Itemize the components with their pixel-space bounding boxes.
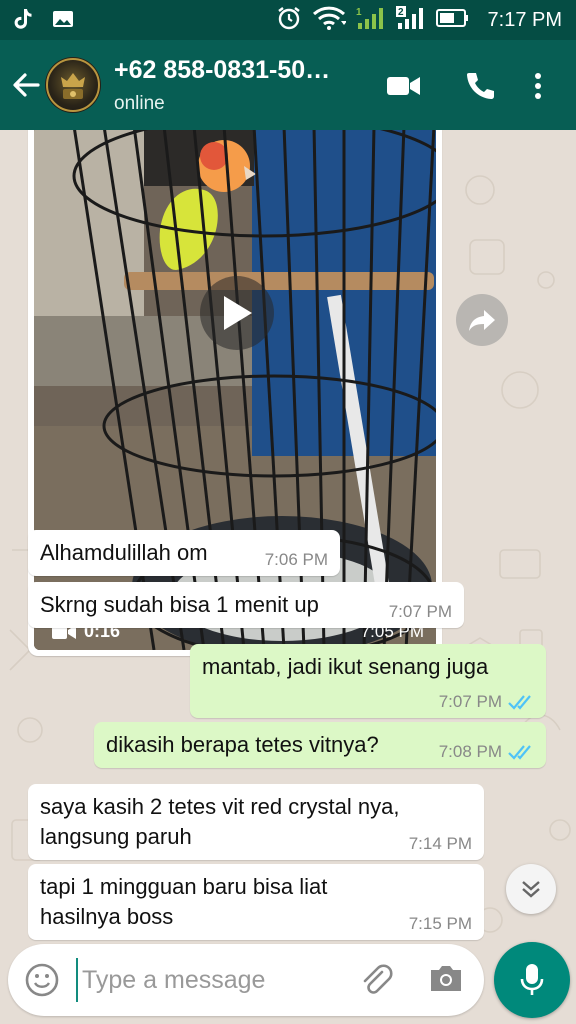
play-button[interactable]: [200, 276, 274, 350]
read-receipt-icon: [508, 745, 531, 760]
forward-icon[interactable]: [456, 294, 508, 346]
message-time: 7:06 PM: [264, 550, 328, 569]
message-bubble-incoming[interactable]: tapi 1 mingguan baru bisa liat hasilnya …: [28, 864, 484, 940]
status-time: 7:17 PM: [487, 8, 562, 31]
video-message[interactable]: 0:16 7:05 PM: [28, 130, 442, 656]
microphone-icon: [520, 964, 544, 995]
attachment-icon[interactable]: [358, 962, 394, 998]
contact-status: online: [114, 93, 165, 114]
signal-2-icon: 2: [395, 5, 426, 36]
voice-call-icon[interactable]: [460, 66, 500, 106]
emoji-icon[interactable]: [24, 962, 60, 998]
gallery-icon: [52, 9, 74, 34]
chat-area[interactable]: 0:16 7:05 PM Alhamdulillah om 7:06 PM Sk…: [0, 130, 576, 946]
read-receipt-icon: [508, 695, 531, 710]
message-input[interactable]: [76, 958, 356, 1002]
message-bubble-outgoing[interactable]: dikasih berapa tetes vitnya? 7:08 PM: [94, 722, 546, 768]
message-bubble-outgoing[interactable]: mantab, jadi ikut senang juga 7:07 PM: [190, 644, 546, 718]
message-bubble-incoming[interactable]: Skrng sudah bisa 1 menit up 7:07 PM: [28, 582, 464, 628]
alarm-icon: [276, 5, 302, 36]
message-time: 7:07 PM: [439, 692, 534, 712]
message-composer: [8, 944, 484, 1016]
message-text: tapi 1 mingguan baru bisa liat hasilnya …: [40, 874, 328, 929]
message-time: 7:08 PM: [439, 742, 534, 762]
svg-text:1: 1: [356, 7, 362, 18]
tiktok-icon: [14, 8, 32, 35]
camera-icon[interactable]: [428, 962, 464, 998]
battery-icon: [435, 8, 470, 33]
message-time: 7:07 PM: [388, 602, 452, 621]
avatar[interactable]: [45, 57, 101, 113]
wifi-icon: [312, 5, 347, 36]
chat-header: +62 858-0831-50… online: [0, 40, 576, 130]
signal-1-icon: 1: [356, 5, 386, 36]
message-text: mantab, jadi ikut senang juga: [202, 654, 489, 679]
scroll-to-bottom-button[interactable]: [506, 864, 556, 914]
microphone-button[interactable]: [494, 942, 570, 1018]
contact-name[interactable]: +62 858-0831-50…: [114, 56, 364, 85]
message-bubble-incoming[interactable]: saya kasih 2 tetes vit red crystal nya, …: [28, 784, 484, 860]
svg-text:2: 2: [398, 7, 404, 18]
message-time: 7:15 PM: [408, 914, 472, 933]
chevron-double-down-icon: [522, 881, 540, 898]
video-call-icon[interactable]: [384, 66, 424, 106]
message-time: 7:14 PM: [408, 834, 472, 853]
status-bar: 1 2 7:17 PM: [0, 0, 576, 40]
message-bubble-incoming[interactable]: Alhamdulillah om 7:06 PM: [28, 530, 340, 576]
back-arrow-icon[interactable]: [10, 68, 42, 102]
more-vert-icon[interactable]: [518, 66, 558, 106]
